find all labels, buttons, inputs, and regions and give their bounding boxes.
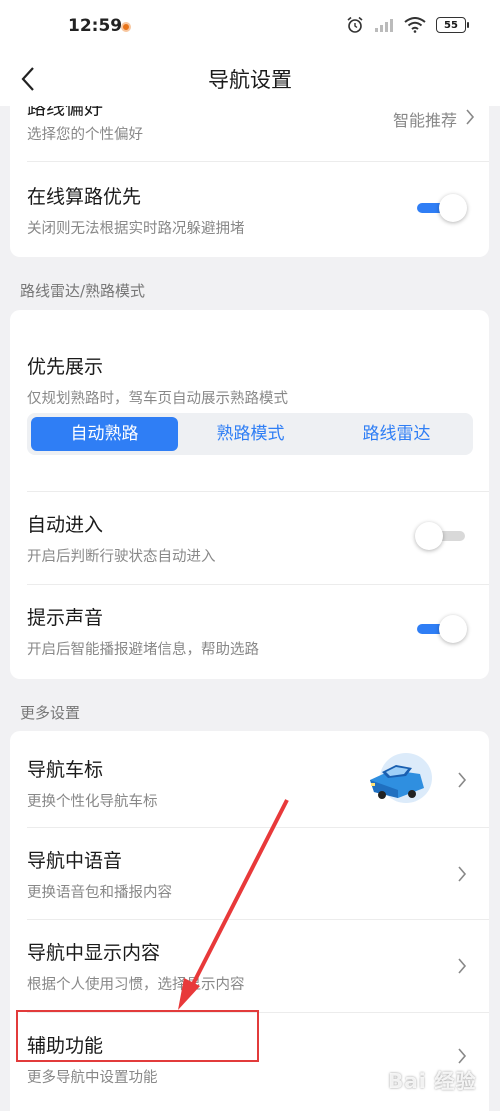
priority-subtitle: 仅规划熟路时，驾车页自动展示熟路模式	[27, 391, 288, 407]
header: 导航设置	[0, 56, 500, 106]
segment-route-radar[interactable]: 路线雷达	[323, 417, 470, 451]
list-item-subtitle: 更多导航中设置功能	[27, 1070, 158, 1086]
status-icons: 55	[346, 16, 469, 34]
priority-segmented-control: 自动熟路 熟路模式 路线雷达	[27, 413, 473, 455]
list-item-subtitle: 根据个人使用习惯，选择显示内容	[27, 977, 245, 993]
watermark-logo: Bai 经验	[388, 1069, 477, 1093]
status-bar: 12:59 55	[0, 0, 500, 56]
list-item-subtitle: 更换个性化导航车标	[27, 794, 158, 810]
sound-subtitle: 开启后智能播报避堵信息，帮助选路	[27, 642, 259, 658]
chevron-right-icon	[458, 958, 467, 974]
sound-title: 提示声音	[27, 607, 104, 629]
highlight-box	[16, 1010, 259, 1062]
list-item-voice[interactable]: 导航中语音 更换语音包和播报内容	[10, 828, 489, 919]
segment-familiar-mode[interactable]: 熟路模式	[177, 417, 324, 451]
wifi-icon	[404, 17, 426, 33]
online-calc-title: 在线算路优先	[27, 186, 142, 208]
sound-row: 提示声音 开启后智能播报避堵信息，帮助选路	[10, 585, 489, 679]
list-item-title: 导航中显示内容	[27, 942, 161, 964]
auto-enter-toggle[interactable]	[415, 522, 467, 550]
chevron-right-icon	[466, 109, 475, 125]
chevron-right-icon	[458, 866, 467, 882]
online-calc-toggle[interactable]	[415, 194, 467, 222]
page-title: 导航设置	[208, 68, 292, 92]
auto-enter-title: 自动进入	[27, 514, 104, 536]
segment-auto-familiar[interactable]: 自动熟路	[31, 417, 178, 451]
route-pref-value: 智能推荐	[392, 111, 457, 130]
route-settings-card: 路线偏好 选择您的个性偏好 智能推荐 在线算路优先 关闭则无法根据实时路况躲避拥…	[10, 106, 489, 257]
route-pref-subtitle: 选择您的个性偏好	[27, 127, 143, 143]
auto-enter-row: 自动进入 开启后判断行驶状态自动进入	[10, 492, 489, 584]
list-item-car-icon[interactable]: 导航车标 更换个性化导航车标	[10, 731, 489, 827]
notification-icon	[121, 22, 131, 32]
radar-card: 优先展示 仅规划熟路时，驾车页自动展示熟路模式 自动熟路 熟路模式 路线雷达 自…	[10, 310, 489, 679]
list-item-title: 导航车标	[27, 759, 104, 781]
route-pref-title: 路线偏好	[27, 106, 104, 119]
status-time: 12:59	[68, 16, 123, 36]
auto-enter-subtitle: 开启后判断行驶状态自动进入	[27, 549, 216, 565]
signal-icon	[375, 19, 393, 32]
route-pref-row[interactable]: 路线偏好 选择您的个性偏好 智能推荐	[10, 106, 489, 161]
priority-title: 优先展示	[27, 356, 104, 378]
car-avatar-icon	[370, 753, 432, 803]
list-item-subtitle: 更换语音包和播报内容	[27, 885, 172, 901]
online-calc-row: 在线算路优先 关闭则无法根据实时路况躲避拥堵	[10, 162, 489, 257]
online-calc-subtitle: 关闭则无法根据实时路况躲避拥堵	[27, 221, 245, 237]
battery-icon: 55	[436, 17, 469, 33]
more-section-label: 更多设置	[20, 704, 81, 722]
battery-level: 55	[444, 19, 458, 31]
sound-toggle[interactable]	[415, 615, 467, 643]
list-item-title: 导航中语音	[27, 850, 123, 872]
list-item-display-content[interactable]: 导航中显示内容 根据个人使用习惯，选择显示内容	[10, 920, 489, 1012]
chevron-right-icon	[458, 1048, 467, 1064]
alarm-icon	[347, 16, 363, 33]
chevron-right-icon	[458, 772, 467, 788]
radar-section-label: 路线雷达/熟路模式	[20, 282, 146, 300]
